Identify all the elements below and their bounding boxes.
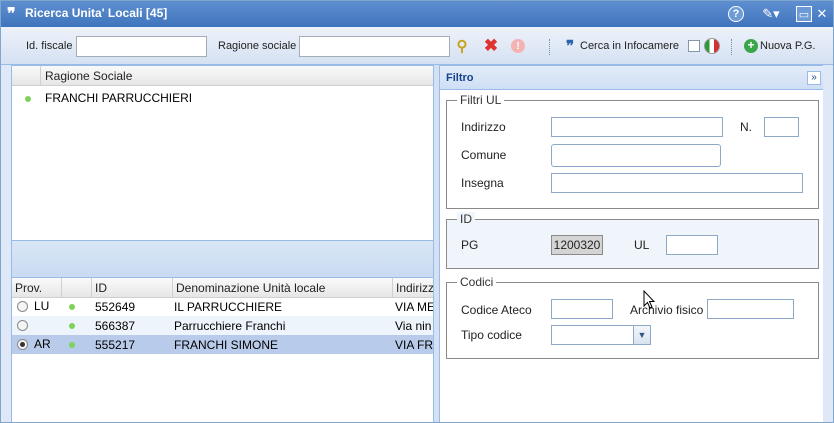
ateco-label: Codice Ateco (461, 303, 532, 317)
ul-filter-fieldset: Filtri UL Indirizzo N. Comune Insegna (446, 93, 819, 209)
town-input[interactable] (551, 144, 721, 167)
company-grid: Ragione Sociale FRANCHI PARRUCCHIERI (11, 65, 434, 241)
help-icon[interactable]: ? (728, 6, 744, 22)
prov-cell: LU (34, 299, 50, 313)
town-label: Comune (461, 148, 507, 162)
tools-menu-icon[interactable]: ✎▾ (758, 6, 784, 22)
maximize-icon[interactable]: ▭ (796, 6, 812, 22)
id-legend: ID (457, 212, 475, 226)
code-type-label: Tipo codice (461, 328, 522, 342)
ul-input[interactable] (666, 235, 718, 255)
toolbar-separator (731, 39, 733, 55)
sign-input[interactable] (551, 173, 803, 193)
pg-label: PG (461, 238, 479, 252)
denominazione-cell: IL PARRUCCHIERE (174, 300, 283, 314)
column-header-indirizzo[interactable]: Indirizz (396, 281, 433, 295)
address-input[interactable] (551, 117, 723, 137)
window-edge (823, 65, 833, 422)
number-label: N. (740, 120, 752, 134)
archive-input[interactable] (707, 299, 794, 319)
search-icon[interactable]: ⚲ (453, 37, 471, 55)
status-dot (69, 323, 75, 329)
table-row[interactable]: 566387 Parrucchiere Franchi Via nin (12, 316, 433, 335)
fiscal-id-label: Id. fiscale (26, 40, 73, 52)
sign-label: Insegna (461, 176, 504, 190)
ul-filter-legend: Filtri UL (457, 93, 505, 107)
denominazione-cell: FRANCHI SIMONE (174, 338, 279, 352)
table-row-selected[interactable]: AR 555217 FRANCHI SIMONE VIA FR (12, 335, 433, 354)
company-name-label: Ragione sociale (218, 40, 297, 52)
archive-label: Archivio fisico (630, 303, 704, 317)
column-header-id[interactable]: ID (95, 281, 107, 295)
codes-fieldset: Codici Codice Ateco Archivio fisico Tipo… (446, 275, 819, 359)
column-header-prov[interactable]: Prov. (15, 281, 42, 295)
table-row[interactable]: FRANCHI PARRUCCHIERI (12, 87, 433, 109)
table-row[interactable]: LU 552649 IL PARRUCCHIERE VIA ME (12, 297, 433, 316)
infocamere-button[interactable]: Cerca in Infocamere (580, 40, 679, 52)
code-type-combo[interactable]: ▼ (551, 325, 651, 345)
status-dot (69, 304, 75, 310)
toolbar-separator (549, 39, 551, 55)
ul-label: UL (634, 238, 650, 252)
denominazione-cell: Parrucchiere Franchi (174, 319, 286, 333)
title-bar: ❞ Ricerca Unita' Locali [45] ? ✎▾ ▭ ✕ (1, 1, 833, 27)
status-dot (25, 96, 31, 102)
row-radio[interactable] (17, 339, 28, 350)
close-icon[interactable]: ✕ (814, 6, 830, 22)
clear-icon[interactable]: ✖ (482, 36, 500, 55)
address-label: Indirizzo (461, 120, 506, 134)
app-quote-icon: ❞ (7, 4, 16, 23)
main-window: ❞ Ricerca Unita' Locali [45] ? ✎▾ ▭ ✕ Id… (0, 0, 834, 423)
grid-header: Ragione Sociale (12, 66, 433, 86)
grid-header: Prov. ID Denominazione Unità locale Indi… (12, 278, 433, 298)
prov-cell: AR (34, 337, 51, 351)
fiscal-id-input[interactable] (76, 36, 207, 57)
filter-panel-title: Filtro (446, 72, 474, 84)
number-input[interactable] (764, 117, 799, 137)
window-title: Ricerca Unita' Locali [45] (25, 6, 168, 20)
ateco-input[interactable] (551, 299, 613, 319)
id-fieldset: ID PG 1200320 UL (446, 212, 819, 269)
new-pg-button[interactable]: Nuova P.G. (760, 40, 815, 52)
local-units-grid: Prov. ID Denominazione Unità locale Indi… (11, 277, 434, 422)
italy-flag-icon[interactable] (703, 37, 721, 55)
row-radio[interactable] (17, 320, 28, 331)
address-cell: VIA FR (395, 338, 434, 352)
id-cell: 566387 (95, 319, 136, 333)
row-radio[interactable] (17, 301, 28, 312)
status-dot (69, 342, 75, 348)
column-header-denominazione[interactable]: Denominazione Unità locale (176, 281, 325, 295)
column-header-ragione-sociale[interactable]: Ragione Sociale (45, 69, 132, 83)
infocamere-checkbox[interactable] (688, 40, 700, 52)
address-cell: Via nin (395, 319, 432, 333)
company-name-input[interactable] (299, 36, 450, 57)
id-cell: 552649 (95, 300, 136, 314)
chevron-down-icon[interactable]: ▼ (633, 326, 650, 344)
codes-legend: Codici (457, 275, 497, 289)
address-cell: VIA ME (395, 300, 434, 314)
pg-value: 1200320 (551, 235, 603, 255)
filter-panel: Filtro » Filtri UL Indirizzo N. Comune I… (439, 65, 826, 422)
search-toolbar: Id. fiscale Ragione sociale ⚲ ✖ ! ❞ Cerc… (1, 27, 833, 65)
stop-icon[interactable]: ! (509, 37, 527, 55)
company-name-cell: FRANCHI PARRUCCHIERI (45, 91, 193, 105)
filter-panel-header: Filtro » (440, 66, 825, 90)
add-icon[interactable]: + (742, 37, 760, 55)
infocamere-icon[interactable]: ❞ (561, 37, 579, 55)
id-cell: 555217 (95, 338, 136, 352)
collapse-icon[interactable]: » (807, 71, 821, 85)
grid-divider-band (11, 241, 434, 277)
